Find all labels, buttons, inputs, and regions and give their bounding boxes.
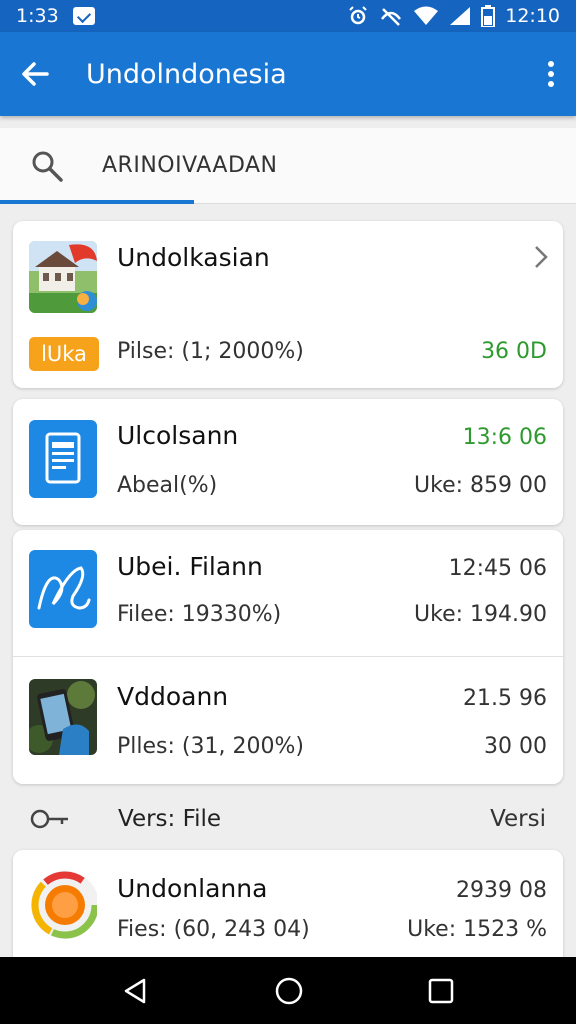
do-not-disturb-icon bbox=[381, 8, 402, 26]
phone-photo-thumbnail bbox=[29, 679, 97, 755]
item-value: 36 0D bbox=[481, 339, 547, 364]
document-thumbnail bbox=[29, 420, 97, 498]
item-value: Uke: 194.90 bbox=[414, 602, 547, 627]
status-clock: 12:10 bbox=[505, 5, 560, 27]
back-arrow-icon[interactable] bbox=[20, 59, 50, 89]
system-nav-bar bbox=[0, 957, 576, 1024]
chart-thumbnail bbox=[29, 868, 97, 942]
list-card-group: Ubei. Filann 12:45 06 Filee: 19330%) Uke… bbox=[13, 530, 563, 784]
list-card[interactable]: Undolkasian lUka Pilse: (1; 2000%) 36 0D bbox=[13, 221, 563, 388]
list-card[interactable]: Ulcolsann 13:6 06 Abeal(%) Uke: 859 00 bbox=[13, 399, 563, 525]
item-title: Undolkasian bbox=[117, 243, 270, 272]
alarm-icon bbox=[349, 6, 367, 25]
section-header: Vers: File Versi bbox=[0, 790, 576, 848]
search-bar[interactable]: ARINOIVAADAN bbox=[0, 128, 576, 204]
item-title: Ubei. Filann bbox=[117, 552, 263, 581]
item-timestamp: 2939 08 bbox=[456, 878, 547, 903]
section-action[interactable]: Versi bbox=[490, 806, 546, 832]
item-timestamp: 12:45 06 bbox=[448, 556, 547, 581]
search-icon bbox=[32, 151, 63, 182]
key-icon bbox=[30, 809, 68, 829]
item-title: Ulcolsann bbox=[117, 421, 239, 450]
app-bar: Undolndonesia bbox=[0, 32, 576, 116]
status-bar: 1:33 12:10 bbox=[0, 0, 576, 32]
signature-thumbnail bbox=[29, 550, 97, 628]
item-timestamp: 13:6 06 bbox=[462, 425, 547, 450]
property-thumbnail bbox=[29, 241, 97, 313]
item-value: Uke: 859 00 bbox=[414, 473, 547, 498]
item-title: Undonlanna bbox=[117, 874, 268, 903]
item-subtitle: Pilse: (1; 2000%) bbox=[117, 339, 304, 364]
chevron-right-icon[interactable] bbox=[533, 245, 549, 269]
wifi-icon bbox=[414, 6, 439, 25]
app-title: Undolndonesia bbox=[86, 58, 287, 90]
status-time: 1:33 bbox=[16, 5, 59, 27]
item-timestamp: 21.5 96 bbox=[463, 686, 547, 711]
item-title: Vddoann bbox=[117, 682, 229, 711]
item-subtitle: Filee: 19330%) bbox=[117, 602, 282, 627]
list-item[interactable]: Vddoann 21.5 96 Plles: (31, 200%) 30 00 bbox=[13, 657, 563, 784]
list-item[interactable]: Ubei. Filann 12:45 06 Filee: 19330%) Uke… bbox=[13, 530, 563, 656]
section-label: Vers: File bbox=[118, 806, 222, 832]
item-subtitle: Abeal(%) bbox=[117, 473, 218, 498]
nav-home-icon[interactable] bbox=[274, 976, 304, 1006]
item-value: Uke: 1523 % bbox=[407, 917, 547, 942]
notification-icon bbox=[72, 7, 95, 25]
more-options-icon[interactable] bbox=[546, 60, 556, 88]
item-subtitle: Plles: (31, 200%) bbox=[117, 734, 304, 759]
brand-badge: lUka bbox=[29, 337, 99, 371]
item-value: 30 00 bbox=[484, 734, 547, 759]
item-subtitle: Fies: (60, 243 04) bbox=[117, 917, 310, 942]
search-query[interactable]: ARINOIVAADAN bbox=[102, 153, 278, 178]
signal-icon bbox=[450, 7, 471, 25]
nav-back-icon[interactable] bbox=[122, 977, 150, 1005]
nav-recents-icon[interactable] bbox=[428, 978, 454, 1004]
list-card[interactable]: Undonlanna 2939 08 Fies: (60, 243 04) Uk… bbox=[13, 850, 563, 970]
search-tab-indicator bbox=[0, 200, 194, 204]
battery-icon bbox=[481, 5, 496, 27]
